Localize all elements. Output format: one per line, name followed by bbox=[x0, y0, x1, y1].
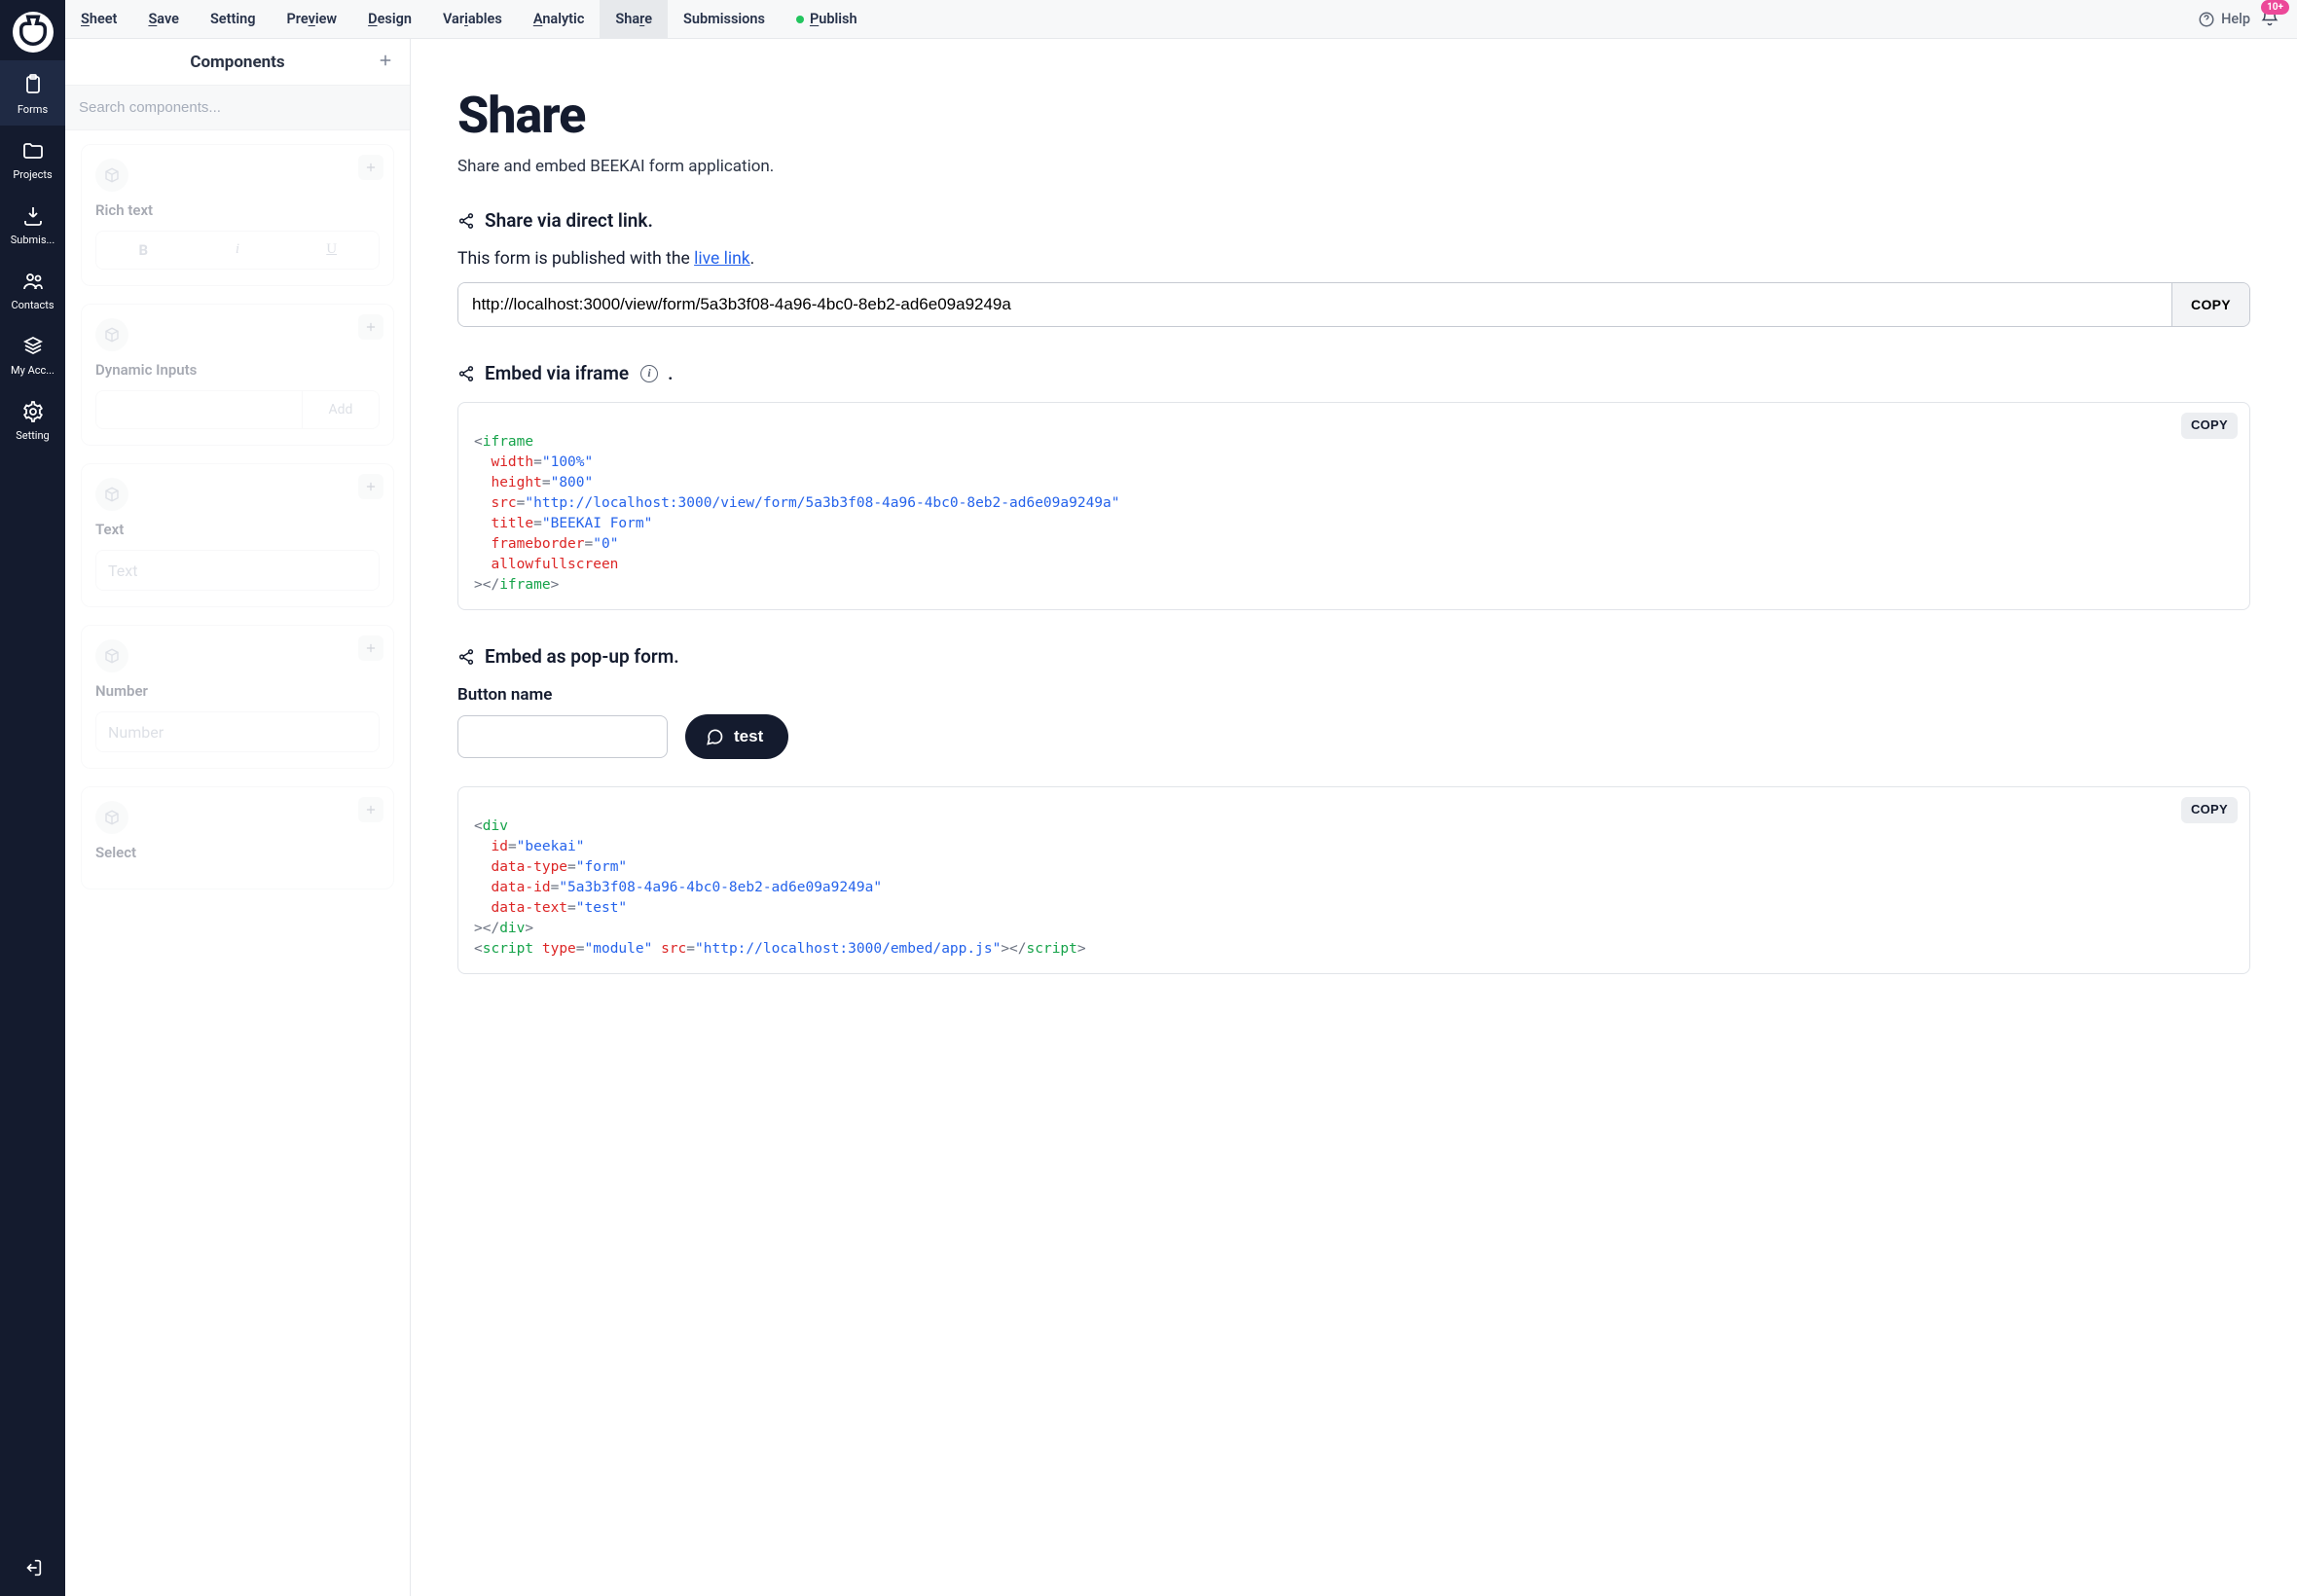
nav-label: Forms bbox=[18, 103, 48, 116]
menu-analytic[interactable]: Analytic bbox=[518, 0, 601, 38]
nav-account[interactable]: My Acc... bbox=[0, 321, 65, 386]
copy-iframe-button[interactable]: COPY bbox=[2181, 413, 2238, 439]
nav-submissions[interactable]: Submis... bbox=[0, 191, 65, 256]
menu-variables[interactable]: Variables bbox=[427, 0, 518, 38]
section-iframe: Embed via iframe i. bbox=[457, 362, 2250, 384]
component-dynamic[interactable]: Dynamic Inputs Add bbox=[81, 304, 394, 446]
cube-icon bbox=[95, 318, 128, 351]
cube-icon bbox=[95, 159, 128, 192]
italic-button[interactable]: i bbox=[191, 232, 285, 269]
text-placeholder: Text bbox=[95, 550, 380, 591]
info-icon[interactable]: i bbox=[640, 365, 658, 382]
nav-forms[interactable]: Forms bbox=[0, 60, 65, 126]
publish-status-line: This form is published with the live lin… bbox=[457, 249, 2250, 269]
nav-label: Setting bbox=[16, 429, 50, 442]
notifications-button[interactable]: 10+ bbox=[2260, 8, 2279, 31]
help-button[interactable]: Help bbox=[2198, 11, 2250, 28]
component-text[interactable]: Text Text bbox=[81, 463, 394, 607]
menu-design[interactable]: Design bbox=[352, 0, 427, 38]
nav-label: Submis... bbox=[11, 234, 55, 246]
live-link[interactable]: live link bbox=[694, 249, 750, 269]
components-panel: Components Rich text B i U bbox=[65, 39, 411, 1596]
underline-button[interactable]: U bbox=[284, 232, 379, 269]
bold-button[interactable]: B bbox=[96, 232, 191, 269]
page-subtitle: Share and embed BEEKAI form application. bbox=[457, 157, 2250, 176]
card-add-button[interactable] bbox=[358, 635, 383, 661]
button-name-label: Button name bbox=[457, 685, 2250, 705]
cube-icon bbox=[95, 639, 128, 672]
richtext-toolbar: B i U bbox=[95, 231, 380, 270]
menu-sheet[interactable]: Sheet bbox=[65, 0, 132, 38]
card-add-button[interactable] bbox=[358, 797, 383, 822]
section-direct-link: Share via direct link. bbox=[457, 209, 2250, 232]
menu-save[interactable]: Save bbox=[132, 0, 195, 38]
component-richtext[interactable]: Rich text B i U bbox=[81, 144, 394, 286]
share-url-input[interactable] bbox=[458, 283, 2171, 326]
page-title: Share bbox=[457, 86, 2250, 145]
nav-contacts[interactable]: Contacts bbox=[0, 256, 65, 321]
nav-projects[interactable]: Projects bbox=[0, 126, 65, 191]
nav-label: My Acc... bbox=[11, 364, 55, 377]
notification-badge: 10+ bbox=[2261, 0, 2289, 15]
topbar: Sheet Save Setting Preview Design Variab… bbox=[65, 0, 2297, 39]
share-icon bbox=[457, 212, 475, 230]
main-content: Share Share and embed BEEKAI form applic… bbox=[411, 39, 2297, 1596]
component-select[interactable]: Select bbox=[81, 786, 394, 889]
nav-setting[interactable]: Setting bbox=[0, 386, 65, 452]
search-input[interactable] bbox=[79, 99, 396, 116]
copy-popup-button[interactable]: COPY bbox=[2181, 797, 2238, 823]
section-popup: Embed as pop-up form. bbox=[457, 645, 2250, 668]
component-number[interactable]: Number Number bbox=[81, 625, 394, 769]
cube-icon bbox=[95, 801, 128, 834]
menu-setting[interactable]: Setting bbox=[195, 0, 272, 38]
sidebar: Forms Projects Submis... Contacts My Acc… bbox=[0, 0, 65, 1596]
card-add-button[interactable] bbox=[358, 314, 383, 340]
cube-icon bbox=[95, 478, 128, 511]
number-placeholder: Number bbox=[95, 711, 380, 752]
menu-preview[interactable]: Preview bbox=[271, 0, 352, 38]
card-add-button[interactable] bbox=[358, 155, 383, 180]
menu-share[interactable]: Share bbox=[600, 0, 668, 38]
iframe-code: COPY<iframe width="100%" height="800" sr… bbox=[457, 402, 2250, 610]
menu-submissions[interactable]: Submissions bbox=[668, 0, 781, 38]
dynamic-add-button[interactable]: Add bbox=[302, 390, 380, 429]
chat-icon bbox=[705, 727, 724, 746]
button-name-input[interactable] bbox=[457, 715, 668, 758]
nav-label: Contacts bbox=[11, 299, 54, 311]
publish-status-dot bbox=[796, 16, 804, 23]
menu-publish[interactable]: Publish bbox=[781, 0, 873, 38]
card-add-button[interactable] bbox=[358, 474, 383, 499]
help-icon bbox=[2198, 11, 2215, 28]
popup-code: COPY<div id="beekai" data-type="form" da… bbox=[457, 786, 2250, 974]
share-icon bbox=[457, 365, 475, 382]
copy-url-button[interactable]: COPY bbox=[2171, 283, 2249, 326]
app-logo[interactable] bbox=[13, 12, 54, 53]
nav-logout[interactable] bbox=[0, 1540, 65, 1596]
panel-title: Components bbox=[190, 53, 284, 72]
test-button[interactable]: test bbox=[685, 714, 788, 759]
nav-label: Projects bbox=[13, 168, 52, 181]
share-icon bbox=[457, 648, 475, 666]
add-component-button[interactable] bbox=[377, 52, 394, 73]
